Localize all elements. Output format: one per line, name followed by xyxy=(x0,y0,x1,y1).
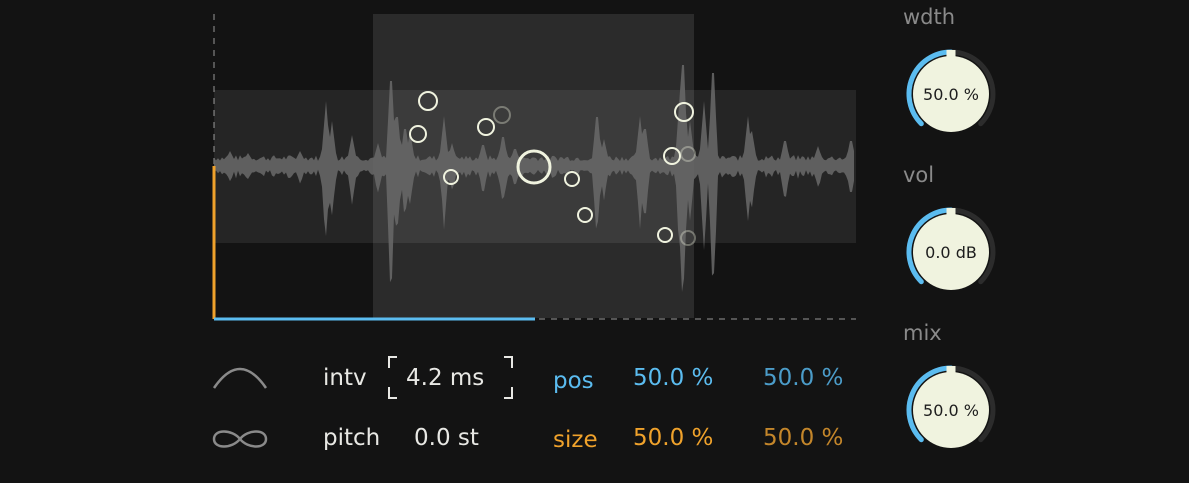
interval-bracket-tl xyxy=(388,356,397,368)
position-label: pos xyxy=(553,368,594,394)
granular-visualizer[interactable]: 50.0 % 0.0 dB 50.0 % xyxy=(0,0,1189,483)
knob-label-mix: mix xyxy=(903,321,942,345)
pitch-label: pitch xyxy=(323,425,381,451)
interval-value-field[interactable]: 4.2 ms xyxy=(406,367,484,390)
knob-label-wdth: wdth xyxy=(903,5,956,29)
knob-group: 50.0 % 0.0 dB 50.0 % xyxy=(906,49,996,448)
size-value-b[interactable]: 50.0 % xyxy=(763,427,843,450)
knob-value: 50.0 % xyxy=(923,401,979,420)
interval-bracket-br xyxy=(504,387,513,399)
pitch-value-field[interactable]: 0.0 st xyxy=(414,427,479,450)
size-value-a[interactable]: 50.0 % xyxy=(633,427,713,450)
knob-value: 50.0 % xyxy=(923,85,979,104)
position-value-a[interactable]: 50.0 % xyxy=(633,367,713,390)
interval-bracket-tr xyxy=(504,356,513,368)
knob-value: 0.0 dB xyxy=(925,243,977,262)
size-label: size xyxy=(553,427,598,453)
knob-label-vol: vol xyxy=(903,163,935,187)
position-value-b[interactable]: 50.0 % xyxy=(763,367,843,390)
interval-bracket-bl xyxy=(388,387,397,399)
interval-label: intv xyxy=(323,365,367,391)
